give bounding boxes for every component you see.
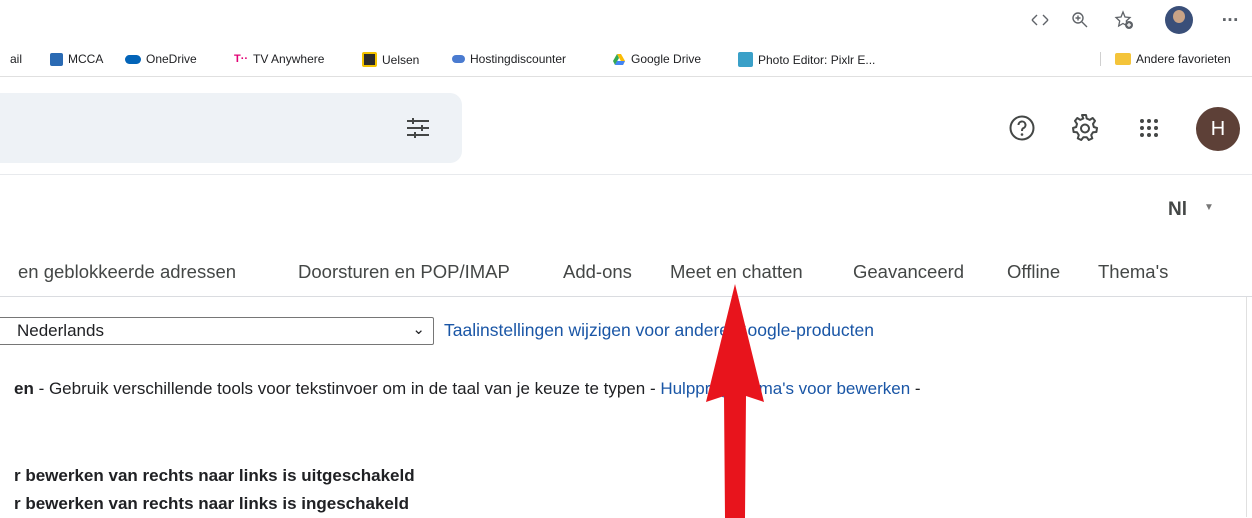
language-select[interactable]: Nederlands ⌄ xyxy=(0,317,434,345)
tab-offline[interactable]: Offline xyxy=(1007,261,1060,283)
bookmark-label: ail xyxy=(10,52,23,66)
reading-view-icon[interactable] xyxy=(1028,8,1052,32)
bookmark-label: Google Drive xyxy=(631,52,702,66)
search-bar[interactable] xyxy=(0,93,462,163)
telekom-icon: T·· xyxy=(234,53,249,65)
bookmark-tv-anywhere[interactable]: T·· TV Anywhere xyxy=(234,52,324,66)
bookmark-label: TV Anywhere xyxy=(253,52,325,66)
bookmark-label: MCCA xyxy=(68,52,104,66)
input-tools-setting: en - Gebruik verschillende tools voor te… xyxy=(14,379,921,399)
content-border xyxy=(1246,297,1247,517)
bookmark-label: OneDrive xyxy=(146,52,197,66)
bookmark-gmail[interactable]: ail xyxy=(10,52,22,66)
browser-toolbar: ··· xyxy=(0,0,1252,40)
account-avatar[interactable]: H xyxy=(1196,107,1240,151)
tabs-divider xyxy=(0,296,1252,297)
bookmark-mcca[interactable]: MCCA xyxy=(50,52,103,66)
header-divider xyxy=(0,174,1252,175)
hostingdiscounter-icon xyxy=(452,55,465,63)
pixlr-icon xyxy=(738,52,753,67)
input-tools-description: Gebruik verschillende tools voor tekstin… xyxy=(48,379,646,398)
apps-grid-icon[interactable] xyxy=(1131,110,1167,146)
bookmark-uelsen[interactable]: Uelsen xyxy=(362,52,419,67)
bookmark-pixlr[interactable]: Photo Editor: Pixlr E... xyxy=(738,52,875,67)
browser-chrome: ··· ail MCCA OneDrive T·· TV Anywhere Ue… xyxy=(0,0,1252,78)
rtl-disabled-option[interactable]: r bewerken van rechts naar links is uitg… xyxy=(14,466,415,486)
tab-add-ons[interactable]: Add-ons xyxy=(563,261,632,283)
mcca-icon xyxy=(50,52,63,66)
google-drive-icon xyxy=(613,53,625,65)
tab-filters-blocked[interactable]: en geblokkeerde adressen xyxy=(18,261,236,283)
search-options-icon[interactable] xyxy=(405,115,431,141)
folder-icon xyxy=(1115,53,1131,65)
bookmark-label: Uelsen xyxy=(382,52,420,67)
separator: - xyxy=(910,379,921,398)
language-select-value: Nederlands xyxy=(17,321,104,340)
browser-profile-avatar[interactable] xyxy=(1165,6,1193,34)
more-menu-icon[interactable]: ··· xyxy=(1218,8,1242,32)
bookmarks-bar: ail MCCA OneDrive T·· TV Anywhere Uelsen… xyxy=(0,44,1252,77)
input-language-toggle[interactable]: Nl xyxy=(1168,199,1187,221)
onedrive-icon xyxy=(125,54,141,64)
editing-tools-link[interactable]: Hulpprogramma's voor bewerken xyxy=(660,379,910,398)
tab-themes[interactable]: Thema's xyxy=(1098,261,1168,283)
bookmark-google-drive[interactable]: Google Drive xyxy=(612,52,701,66)
other-favorites-folder[interactable]: Andere favorieten xyxy=(1100,52,1231,66)
separator: - xyxy=(33,379,49,398)
zoom-icon[interactable] xyxy=(1068,8,1092,32)
add-favorite-icon[interactable] xyxy=(1112,8,1136,32)
chevron-down-icon: ⌄ xyxy=(412,320,425,338)
bookmark-label: Photo Editor: Pixlr E... xyxy=(758,52,876,67)
help-icon[interactable] xyxy=(1004,110,1040,146)
input-tools-title: en xyxy=(14,379,34,398)
bookmark-onedrive[interactable]: OneDrive xyxy=(125,52,197,66)
bookmark-label: Hostingdiscounter xyxy=(470,52,567,66)
separator: - xyxy=(645,379,661,398)
bookmark-hostingdiscounter[interactable]: Hostingdiscounter xyxy=(452,52,566,66)
other-favorites-label: Andere favorieten xyxy=(1136,52,1231,66)
caret-down-icon[interactable]: ▼ xyxy=(1204,202,1214,213)
tab-advanced[interactable]: Geavanceerd xyxy=(853,261,964,283)
uelsen-icon xyxy=(362,52,377,67)
settings-gear-icon[interactable] xyxy=(1066,110,1102,146)
change-language-settings-link[interactable]: Taalinstellingen wijzigen voor andere Go… xyxy=(444,320,874,341)
tab-meet-chat[interactable]: Meet en chatten xyxy=(670,261,803,283)
tab-forwarding-pop-imap[interactable]: Doorsturen en POP/IMAP xyxy=(298,261,510,283)
red-annotation-arrow xyxy=(706,284,764,518)
rtl-enabled-option[interactable]: r bewerken van rechts naar links is inge… xyxy=(14,494,409,514)
